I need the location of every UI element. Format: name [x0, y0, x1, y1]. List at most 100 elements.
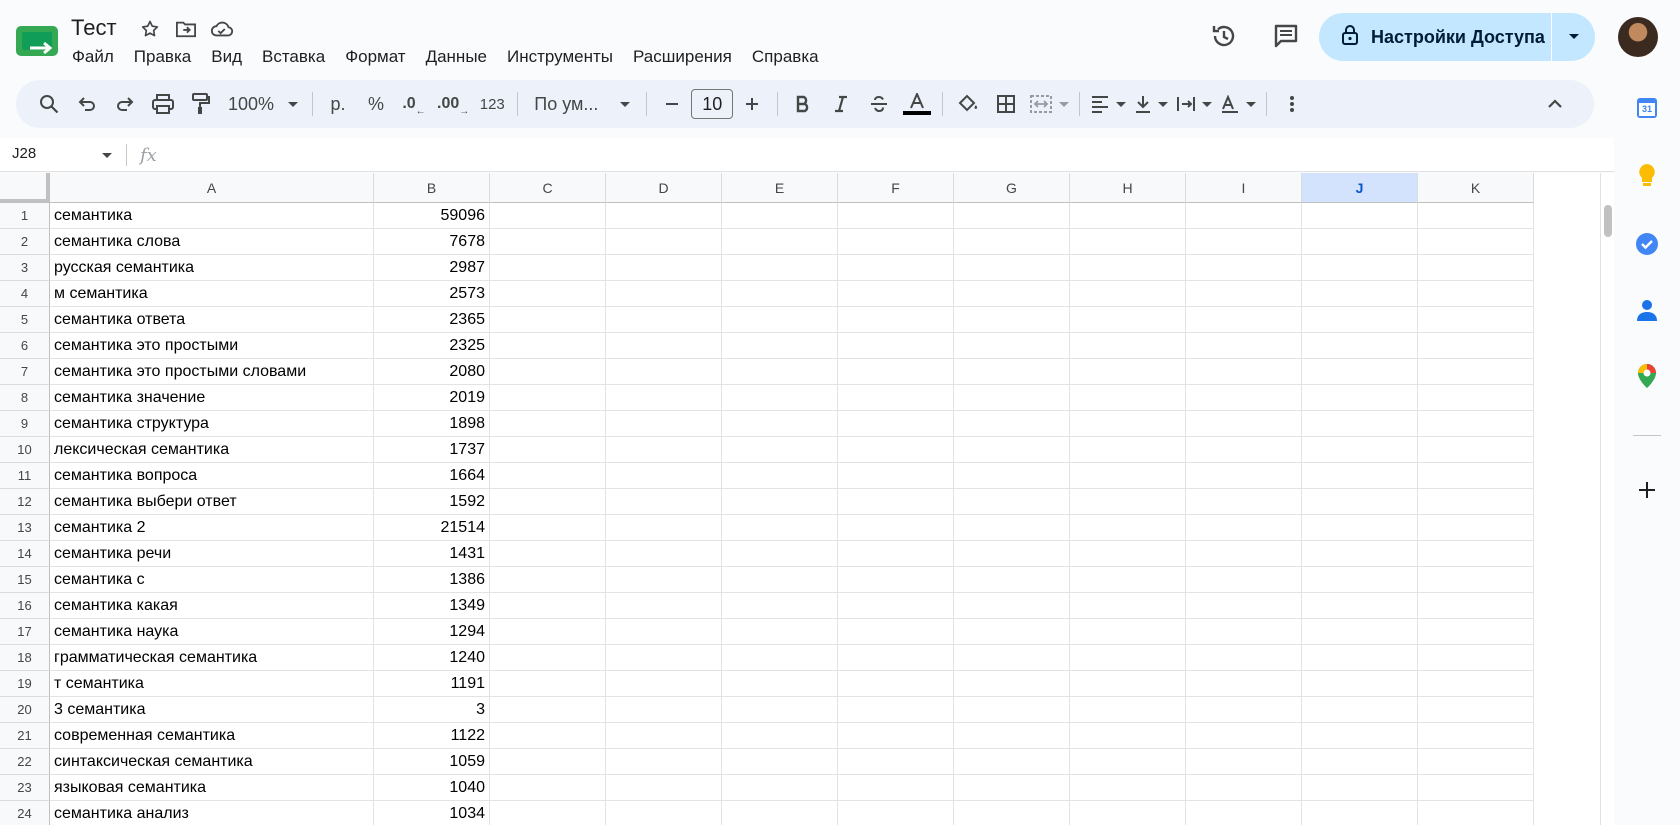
cell-h23[interactable] — [1070, 775, 1186, 801]
cell-e9[interactable] — [722, 411, 838, 437]
cell-h12[interactable] — [1070, 489, 1186, 515]
cell-g7[interactable] — [954, 359, 1070, 385]
vertical-align-icon[interactable] — [1134, 88, 1169, 120]
scrollbar-thumb[interactable] — [1604, 205, 1612, 237]
cell-h7[interactable] — [1070, 359, 1186, 385]
cell-e3[interactable] — [722, 255, 838, 281]
strikethrough-icon[interactable] — [864, 88, 894, 120]
vertical-scrollbar[interactable] — [1600, 173, 1614, 825]
text-rotation-icon[interactable] — [1220, 88, 1257, 120]
cell-c6[interactable] — [490, 333, 606, 359]
cell-c18[interactable] — [490, 645, 606, 671]
cell-d20[interactable] — [606, 697, 722, 723]
cell-h14[interactable] — [1070, 541, 1186, 567]
cell-e12[interactable] — [722, 489, 838, 515]
cell-a17[interactable]: семантика наука — [50, 619, 374, 645]
cell-g22[interactable] — [954, 749, 1070, 775]
cell-i7[interactable] — [1186, 359, 1302, 385]
cell-a23[interactable]: языковая семантика — [50, 775, 374, 801]
cell-b22[interactable]: 1059 — [374, 749, 490, 775]
cell-b24[interactable]: 1034 — [374, 801, 490, 825]
row-header[interactable]: 10 — [0, 437, 50, 463]
decrease-font-size-icon[interactable] — [657, 88, 687, 120]
cell-g23[interactable] — [954, 775, 1070, 801]
paint-format-icon[interactable] — [186, 88, 216, 120]
cell-a4[interactable]: м семантика — [50, 281, 374, 307]
cell-f2[interactable] — [838, 229, 954, 255]
cell-d8[interactable] — [606, 385, 722, 411]
cell-g13[interactable] — [954, 515, 1070, 541]
row-header[interactable]: 5 — [0, 307, 50, 333]
cell-d22[interactable] — [606, 749, 722, 775]
menu-tools[interactable]: Инструменты — [497, 46, 623, 68]
menu-file[interactable]: Файл — [62, 46, 124, 68]
cell-i15[interactable] — [1186, 567, 1302, 593]
cell-g9[interactable] — [954, 411, 1070, 437]
column-header-j[interactable]: J — [1302, 173, 1418, 203]
cell-d16[interactable] — [606, 593, 722, 619]
cell-k16[interactable] — [1418, 593, 1534, 619]
cell-i21[interactable] — [1186, 723, 1302, 749]
cell-a16[interactable]: семантика какая — [50, 593, 374, 619]
cell-h19[interactable] — [1070, 671, 1186, 697]
cell-g18[interactable] — [954, 645, 1070, 671]
zoom-select[interactable]: 100% — [224, 88, 302, 120]
cell-e16[interactable] — [722, 593, 838, 619]
cell-c21[interactable] — [490, 723, 606, 749]
cell-b12[interactable]: 1592 — [374, 489, 490, 515]
cell-i2[interactable] — [1186, 229, 1302, 255]
cell-j4[interactable] — [1302, 281, 1418, 307]
cell-c20[interactable] — [490, 697, 606, 723]
italic-icon[interactable] — [826, 88, 856, 120]
column-header-i[interactable]: I — [1186, 173, 1302, 203]
search-menus-icon[interactable] — [34, 88, 64, 120]
menu-extensions[interactable]: Расширения — [623, 46, 742, 68]
cell-a2[interactable]: семантика слова — [50, 229, 374, 255]
percent-format-button[interactable]: % — [361, 88, 391, 120]
cell-d10[interactable] — [606, 437, 722, 463]
cell-d11[interactable] — [606, 463, 722, 489]
cell-k19[interactable] — [1418, 671, 1534, 697]
calendar-icon[interactable]: 31 — [1633, 94, 1661, 122]
cloud-saved-icon[interactable] — [210, 17, 234, 41]
cell-b7[interactable]: 2080 — [374, 359, 490, 385]
cell-c24[interactable] — [490, 801, 606, 825]
cell-h13[interactable] — [1070, 515, 1186, 541]
row-header[interactable]: 12 — [0, 489, 50, 515]
cell-j11[interactable] — [1302, 463, 1418, 489]
column-header-g[interactable]: G — [954, 173, 1070, 203]
increase-font-size-icon[interactable] — [737, 88, 767, 120]
redo-icon[interactable] — [110, 88, 140, 120]
cell-c7[interactable] — [490, 359, 606, 385]
cell-c15[interactable] — [490, 567, 606, 593]
cell-k4[interactable] — [1418, 281, 1534, 307]
cell-c16[interactable] — [490, 593, 606, 619]
decrease-decimal-button[interactable]: .0 ← — [399, 88, 429, 120]
cell-d3[interactable] — [606, 255, 722, 281]
cell-g20[interactable] — [954, 697, 1070, 723]
row-header[interactable]: 23 — [0, 775, 50, 801]
cell-j12[interactable] — [1302, 489, 1418, 515]
more-options-icon[interactable] — [1277, 88, 1307, 120]
cell-b11[interactable]: 1664 — [374, 463, 490, 489]
cell-a7[interactable]: семантика это простыми словами — [50, 359, 374, 385]
cell-g17[interactable] — [954, 619, 1070, 645]
menu-view[interactable]: Вид — [201, 46, 252, 68]
cell-k3[interactable] — [1418, 255, 1534, 281]
cell-k23[interactable] — [1418, 775, 1534, 801]
cell-h3[interactable] — [1070, 255, 1186, 281]
maps-icon[interactable] — [1633, 362, 1661, 390]
row-header[interactable]: 13 — [0, 515, 50, 541]
row-header[interactable]: 9 — [0, 411, 50, 437]
cell-k2[interactable] — [1418, 229, 1534, 255]
cell-f20[interactable] — [838, 697, 954, 723]
font-size-input[interactable]: 10 — [691, 89, 734, 119]
cell-g24[interactable] — [954, 801, 1070, 825]
cell-k18[interactable] — [1418, 645, 1534, 671]
cell-f18[interactable] — [838, 645, 954, 671]
cell-g4[interactable] — [954, 281, 1070, 307]
cell-i8[interactable] — [1186, 385, 1302, 411]
cell-g5[interactable] — [954, 307, 1070, 333]
cell-j21[interactable] — [1302, 723, 1418, 749]
cell-h2[interactable] — [1070, 229, 1186, 255]
